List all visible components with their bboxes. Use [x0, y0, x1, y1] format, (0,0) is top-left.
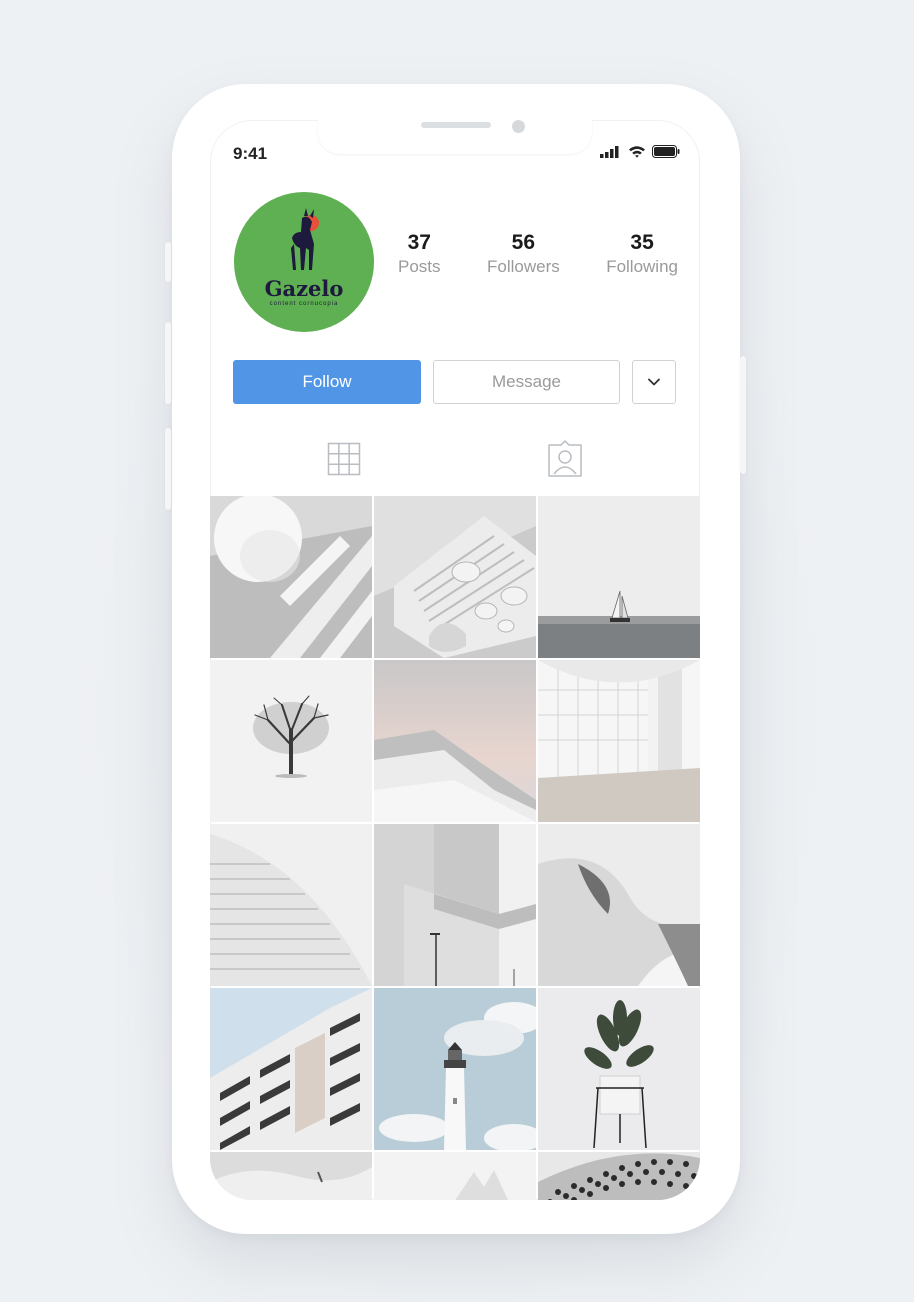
front-camera	[512, 120, 525, 133]
post-image-sailboat	[538, 496, 700, 658]
profile-avatar[interactable]: Gazelo content cornucopia	[234, 192, 374, 332]
post-image-lighthouse	[374, 988, 536, 1150]
signal-icon	[600, 145, 619, 158]
post-image-lone-tree	[210, 660, 372, 822]
side-button-left-top	[165, 242, 171, 282]
follow-button[interactable]: Follow	[233, 360, 421, 404]
post-image-geometric-facade	[538, 1152, 700, 1200]
post-image-sphere-stripes	[210, 496, 372, 658]
post-tile[interactable]	[538, 824, 700, 986]
post-image-zen-stones	[374, 496, 536, 658]
post-tile[interactable]	[374, 988, 536, 1150]
post-tile[interactable]	[538, 496, 700, 658]
stat-posts-count: 37	[407, 231, 431, 254]
profile-tabs	[210, 440, 700, 484]
stat-posts-label: Posts	[398, 257, 441, 276]
stat-following[interactable]: 35 Following	[606, 230, 678, 278]
grid-icon	[327, 442, 361, 476]
notch	[318, 120, 592, 154]
post-tile[interactable]	[374, 1152, 536, 1200]
post-image-snow-texture	[210, 1152, 372, 1200]
stat-posts[interactable]: 37 Posts	[398, 230, 441, 278]
gazelle-logo-icon	[291, 208, 319, 270]
stat-followers-count: 56	[511, 231, 536, 254]
stat-following-label: Following	[606, 257, 678, 276]
post-tile[interactable]	[210, 1152, 372, 1200]
post-image-snowy-peaks	[374, 1152, 536, 1200]
post-image-potted-plant	[538, 988, 700, 1150]
post-image-concrete-building	[374, 824, 536, 986]
status-icons	[600, 145, 680, 158]
phone-screen: 9:41 Gazelo content cornucopia 37 Posts …	[210, 120, 700, 1200]
tab-tagged[interactable]	[547, 440, 583, 478]
post-tile[interactable]	[538, 660, 700, 822]
wifi-icon	[629, 146, 645, 158]
speaker-grille	[421, 122, 491, 128]
post-image-tiled-interior	[538, 660, 700, 822]
post-tile[interactable]	[374, 496, 536, 658]
stat-followers-label: Followers	[486, 257, 560, 276]
message-button[interactable]: Message	[433, 360, 620, 404]
tab-grid[interactable]	[326, 440, 362, 478]
post-tile[interactable]	[538, 1152, 700, 1200]
chevron-down-icon	[648, 378, 660, 386]
post-tile[interactable]	[210, 496, 372, 658]
side-button-left-bottom	[165, 428, 171, 510]
more-options-button[interactable]	[632, 360, 676, 404]
logo-wordmark: Gazelo	[264, 276, 344, 301]
stat-following-count: 35	[630, 231, 654, 254]
battery-icon	[652, 145, 680, 158]
post-tile[interactable]	[374, 824, 536, 986]
post-tile[interactable]	[374, 660, 536, 822]
logo-tagline: content cornucopia	[269, 301, 339, 307]
profile-stats: 37 Posts 56 Followers 35 Following	[398, 230, 678, 278]
side-button-right	[740, 356, 746, 474]
posts-grid	[210, 496, 700, 1200]
stat-followers[interactable]: 56 Followers	[487, 230, 560, 278]
side-button-left-mid	[165, 322, 171, 404]
post-image-snowy-hill	[374, 660, 536, 822]
post-tile[interactable]	[210, 660, 372, 822]
status-time: 9:41	[233, 144, 268, 163]
post-image-apartment-facade	[210, 988, 372, 1150]
post-tile[interactable]	[210, 988, 372, 1150]
tagged-person-icon	[548, 440, 582, 477]
post-image-abstract-curve	[538, 824, 700, 986]
post-tile[interactable]	[210, 824, 372, 986]
post-image-staircase	[210, 824, 372, 986]
post-tile[interactable]	[538, 988, 700, 1150]
